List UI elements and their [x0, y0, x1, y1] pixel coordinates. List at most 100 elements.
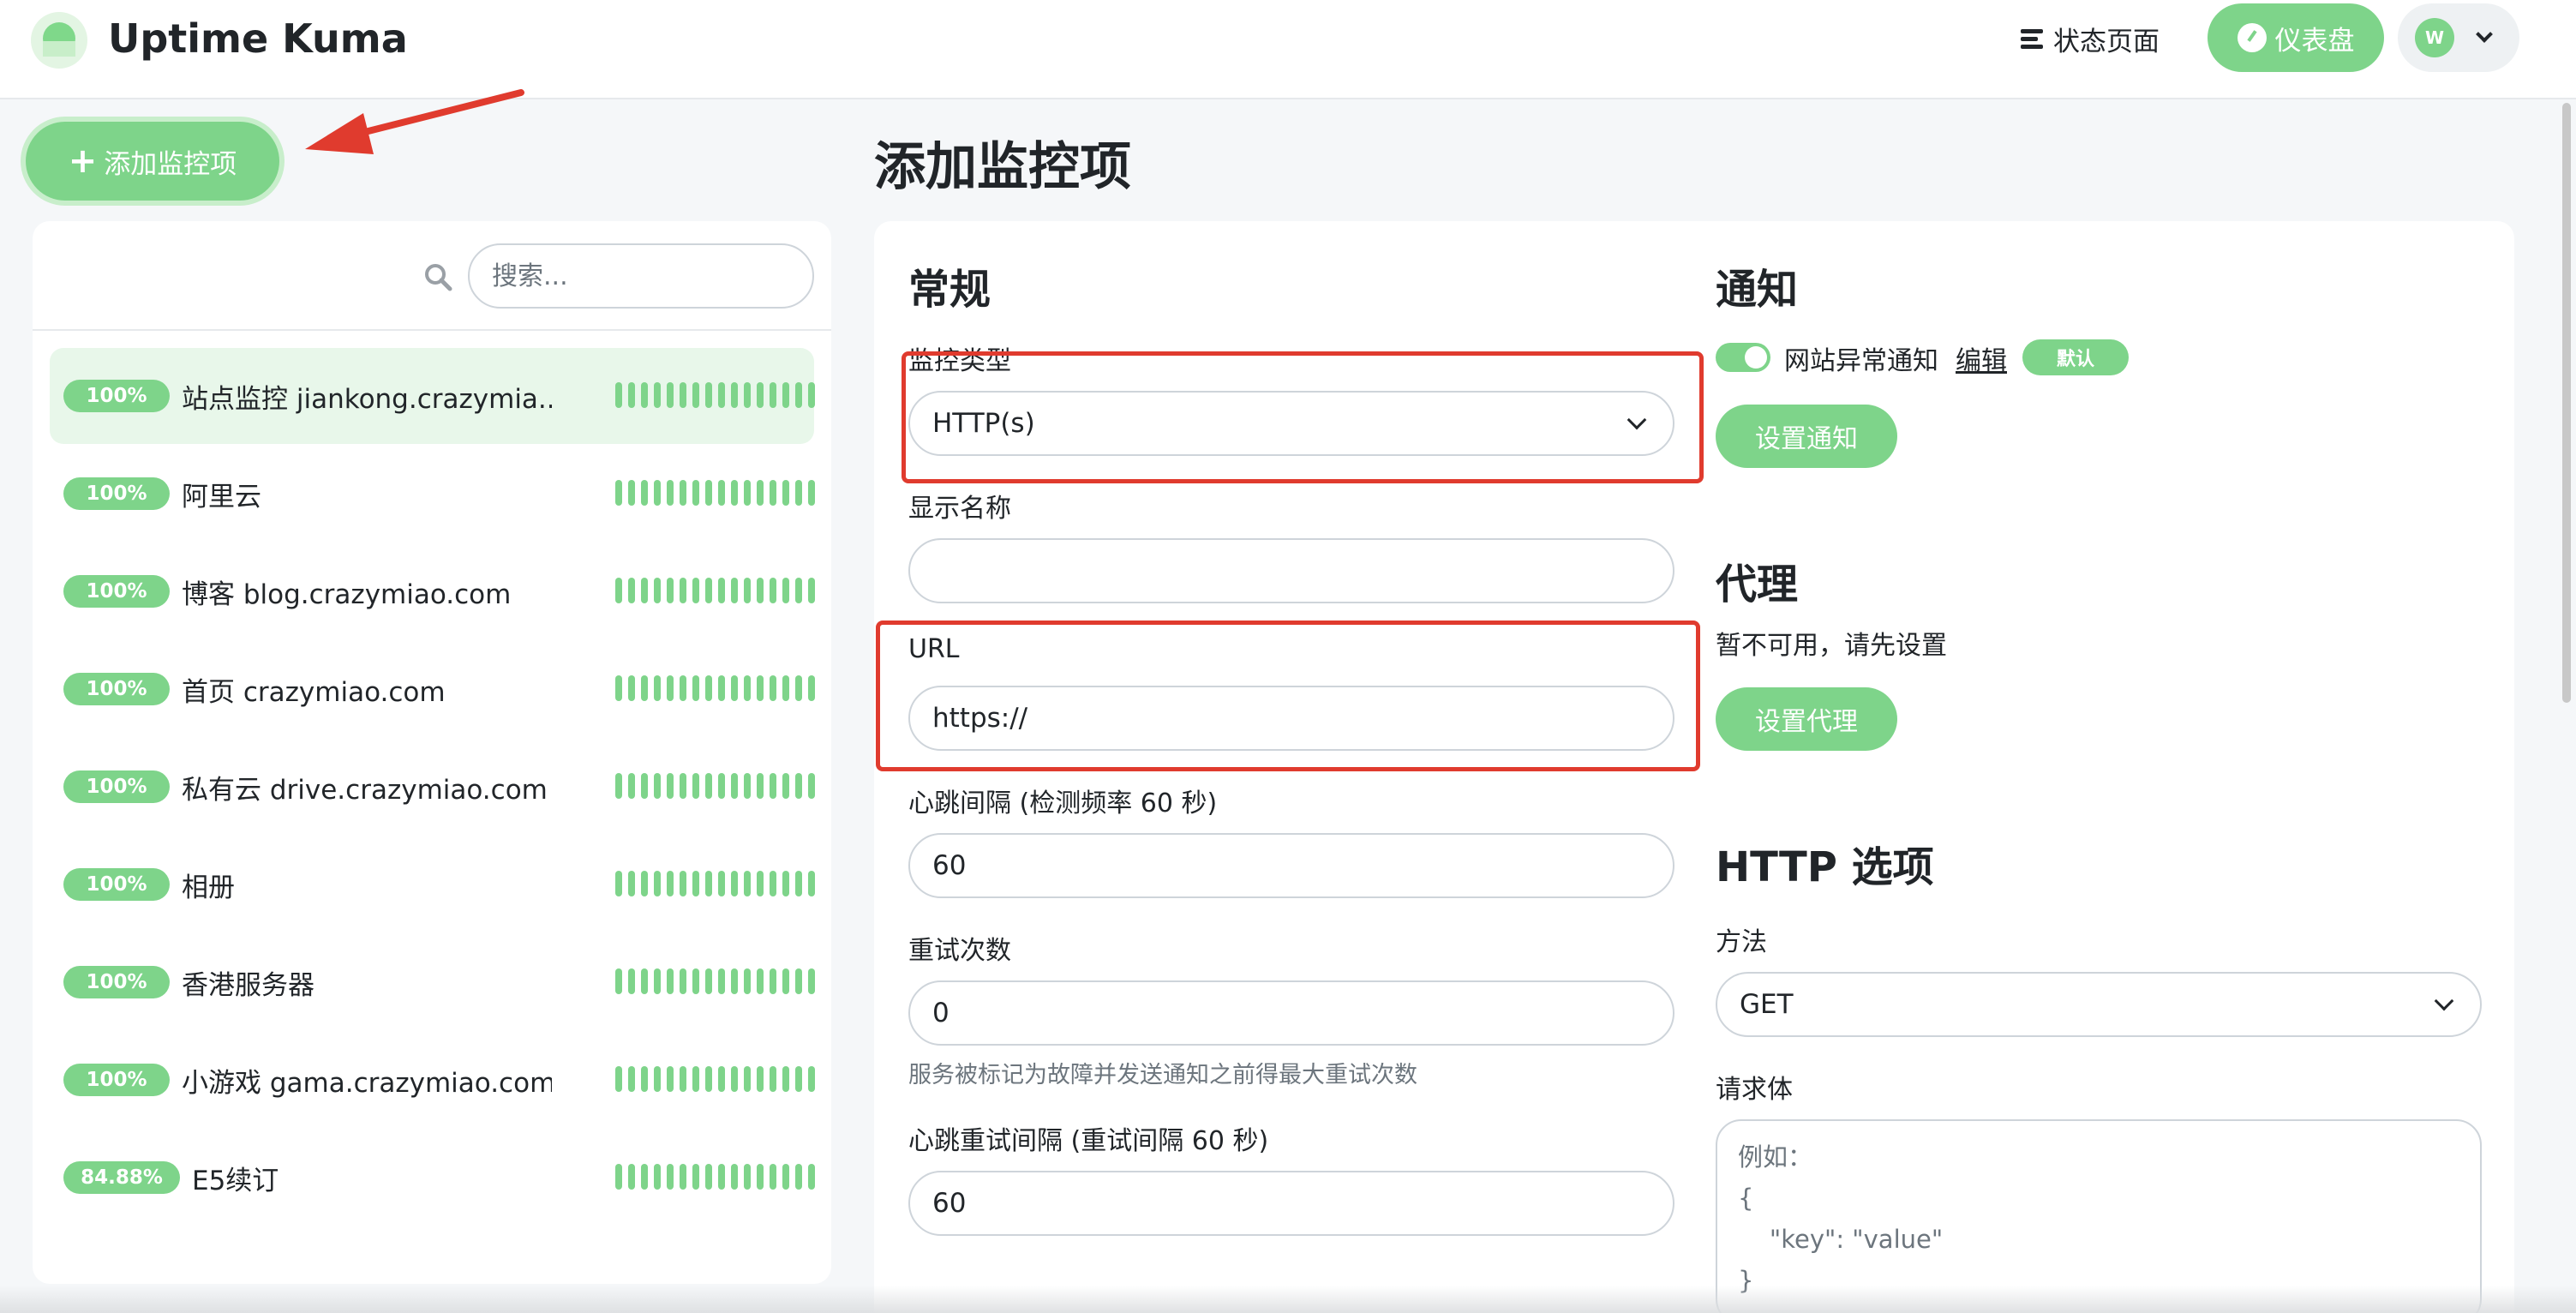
status-page-link[interactable]: 状态页面	[2021, 17, 2160, 60]
monitor-list-item[interactable]: 100% 香港服务器	[50, 934, 815, 1030]
heartbeat-pill	[667, 1164, 674, 1190]
heartbeat-pill	[615, 773, 622, 799]
monitor-list-item[interactable]: 84.88% E5续订	[50, 1130, 815, 1226]
heartbeat-pill	[795, 871, 802, 896]
friendly-name-input[interactable]	[908, 538, 1674, 603]
monitor-list-item[interactable]: 100% 首页 crazymiao.com	[50, 641, 815, 737]
page-scrollbar[interactable]	[2562, 103, 2571, 703]
monitor-list-item[interactable]: 100% 站点监控 jiankong.crazymia...	[50, 348, 815, 444]
heartbeat-bar	[615, 1164, 821, 1190]
heartbeat-pill	[654, 773, 661, 799]
setup-notification-button[interactable]: 设置通知	[1716, 405, 1897, 468]
retries-value: 0	[932, 998, 950, 1028]
monitor-list-item[interactable]: 100% 博客 blog.crazymiao.com	[50, 543, 815, 639]
retry-interval-value: 60	[932, 1188, 967, 1219]
monitor-list-item[interactable]: 100% 阿里云	[50, 446, 815, 542]
app-title[interactable]: Uptime Kuma	[108, 12, 408, 65]
heartbeat-pill	[731, 871, 738, 896]
uptime-badge: 100%	[63, 1064, 170, 1096]
heartbeat-pill	[782, 675, 789, 701]
dashboard-label: 仪表盘	[2274, 25, 2355, 57]
uptime-badge: 100%	[63, 673, 170, 705]
request-body-textarea[interactable]: 例如： { "key": "value" }	[1716, 1119, 2482, 1313]
heartbeat-pill	[680, 480, 686, 506]
heartbeat-bar	[615, 578, 821, 603]
heartbeat-pill	[795, 1066, 802, 1092]
heartbeat-pill	[667, 871, 674, 896]
page-title: 添加监控项	[874, 137, 1131, 197]
monitor-list-item[interactable]: 100% 小游戏 gama.crazymiao.com	[50, 1032, 815, 1128]
heartbeat-bar	[615, 968, 821, 994]
heartbeat-pill	[782, 480, 789, 506]
heartbeat-pill	[641, 675, 648, 701]
heartbeat-pill	[628, 1066, 635, 1092]
heartbeat-pill	[615, 382, 622, 408]
notification-edit-link[interactable]: 编辑	[1956, 339, 2007, 377]
body-placeholder-line: "key": "value"	[1738, 1225, 1944, 1254]
interval-input[interactable]: 60	[908, 833, 1674, 898]
heartbeat-pill	[705, 1066, 712, 1092]
add-monitor-button[interactable]: + 添加监控项	[26, 122, 279, 201]
heartbeat-pill	[744, 480, 751, 506]
monitor-list-item[interactable]: 100% 相册	[50, 836, 815, 932]
heartbeat-pill	[718, 578, 725, 603]
heartbeat-pill	[808, 480, 815, 506]
heartbeat-pill	[757, 773, 764, 799]
notification-toggle[interactable]	[1716, 343, 1770, 372]
uptime-kuma-logo-icon[interactable]	[31, 12, 87, 69]
setup-proxy-button[interactable]: 设置代理	[1716, 687, 1897, 751]
method-value: GET	[1740, 989, 1794, 1020]
heartbeat-pill	[615, 1164, 622, 1190]
heartbeat-pill	[795, 968, 802, 994]
heartbeat-pill	[808, 578, 815, 603]
retry-interval-input[interactable]: 60	[908, 1171, 1674, 1236]
user-menu-dropdown[interactable]: W	[2398, 3, 2519, 72]
monitor-name: 香港服务器	[182, 969, 315, 1001]
heartbeat-pill	[782, 1164, 789, 1190]
list-icon	[2021, 28, 2043, 49]
notifications-heading: 通知	[1716, 266, 1799, 314]
notification-item-label: 网站异常通知	[1784, 346, 1938, 376]
avatar: W	[2415, 18, 2454, 57]
heartbeat-pill	[744, 773, 751, 799]
heartbeat-pill	[718, 968, 725, 994]
heartbeat-pill	[641, 480, 648, 506]
heartbeat-pill	[770, 480, 776, 506]
heartbeat-pill	[667, 480, 674, 506]
heartbeat-pill	[718, 773, 725, 799]
retries-label: 重试次数	[908, 936, 1011, 966]
heartbeat-pill	[782, 1066, 789, 1092]
heartbeat-pill	[770, 1066, 776, 1092]
heartbeat-pill	[795, 1164, 802, 1190]
heartbeat-pill	[692, 578, 699, 603]
heartbeat-bar	[615, 871, 821, 896]
add-monitor-label: 添加监控项	[104, 148, 237, 180]
heartbeat-pill	[615, 968, 622, 994]
heartbeat-pill	[667, 675, 674, 701]
heartbeat-pill	[744, 1066, 751, 1092]
heartbeat-pill	[654, 1066, 661, 1092]
search-input[interactable]	[468, 243, 814, 309]
annotation-arrow-icon	[305, 89, 524, 154]
heartbeat-pill	[615, 675, 622, 701]
heartbeat-pill	[782, 968, 789, 994]
method-select[interactable]: GET	[1716, 972, 2482, 1037]
heartbeat-pill	[628, 480, 635, 506]
heartbeat-pill	[757, 480, 764, 506]
heartbeat-pill	[680, 1164, 686, 1190]
monitor-list-item[interactable]: 100% 私有云 drive.crazymiao.com	[50, 739, 815, 835]
heartbeat-pill	[795, 578, 802, 603]
monitor-name: 小游戏 gama.crazymiao.com	[182, 1067, 552, 1099]
heartbeat-pill	[731, 773, 738, 799]
heartbeat-pill	[731, 675, 738, 701]
heartbeat-pill	[641, 1164, 648, 1190]
heartbeat-pill	[731, 1066, 738, 1092]
heartbeat-pill	[808, 773, 815, 799]
heartbeat-pill	[615, 1066, 622, 1092]
uptime-badge: 100%	[63, 966, 170, 998]
heartbeat-pill	[680, 968, 686, 994]
heartbeat-pill	[705, 382, 712, 408]
dashboard-button[interactable]: 仪表盘	[2208, 3, 2384, 72]
retries-input[interactable]: 0	[908, 980, 1674, 1046]
retry-interval-label: 心跳重试间隔 (重试间隔 60 秒)	[908, 1126, 1269, 1156]
